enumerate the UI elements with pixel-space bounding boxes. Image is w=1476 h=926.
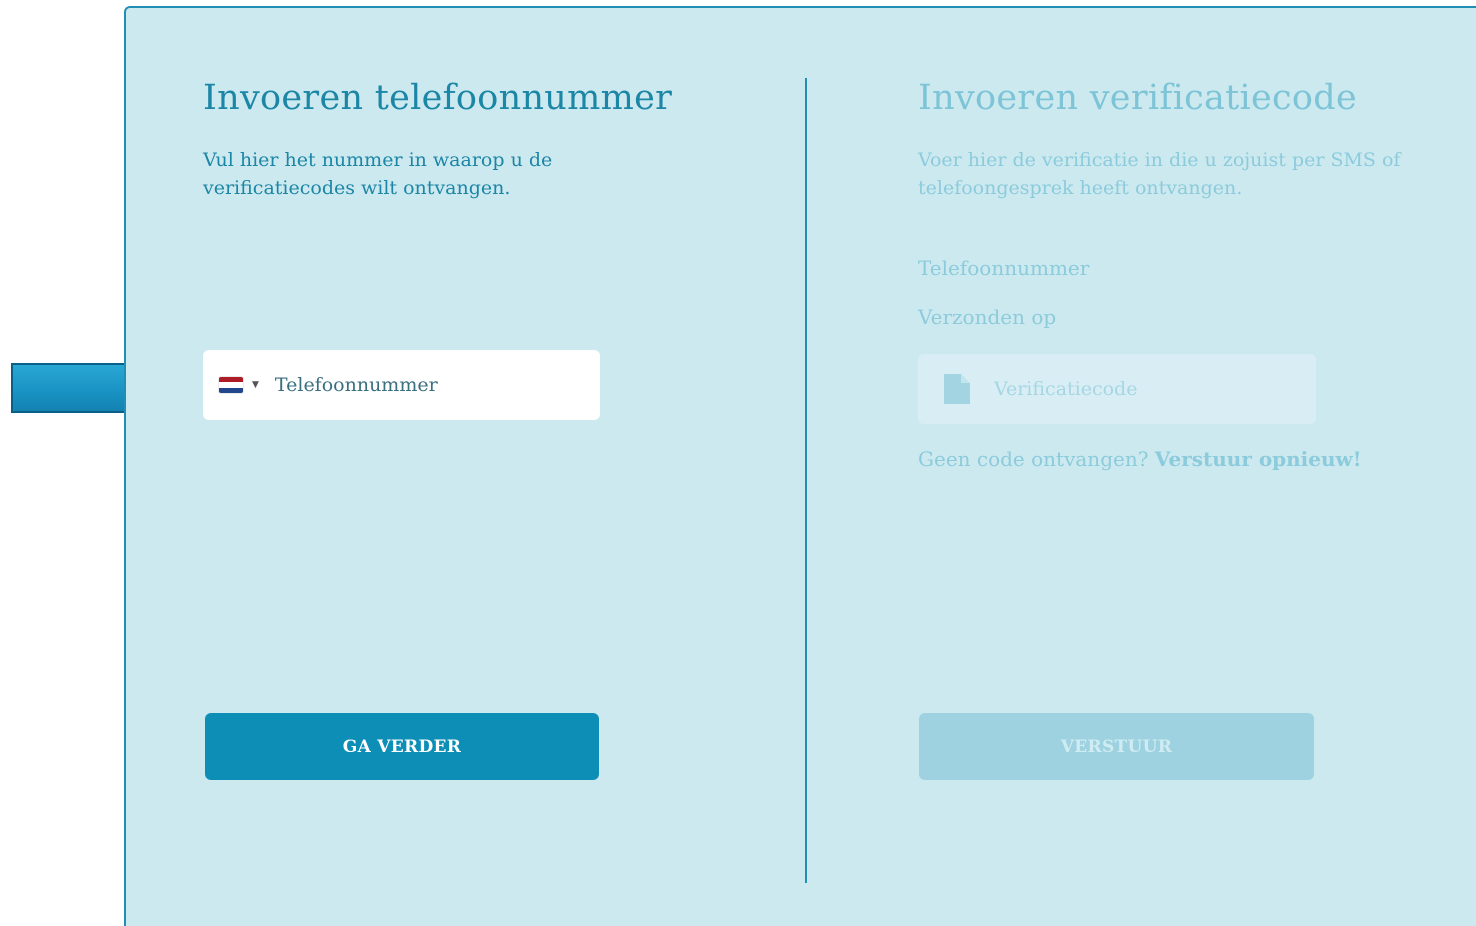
phone-field: ▼ [203,350,600,420]
verification-code-input[interactable] [992,377,1296,401]
verify-step-description: Voer hier de verificatie in die u zojuis… [918,149,1401,199]
code-field [918,354,1316,424]
column-divider [805,78,807,883]
verify-step-title: Invoeren verificatiecode [918,78,1358,118]
document-icon [944,374,970,404]
phone-input[interactable] [272,373,567,397]
submit-button[interactable]: VERSTUUR [919,713,1314,780]
dutch-flag-icon[interactable] [219,377,243,393]
phone-step-description: Vul hier het nummer in waarop u de verif… [203,149,553,199]
continue-button[interactable]: GA VERDER [205,713,599,780]
resend-prefix: Geen code ontvangen? [918,447,1155,471]
sent-on-label: Verzonden op [918,305,1057,329]
resend-link[interactable]: Verstuur opnieuw! [1155,447,1362,471]
caret-down-icon[interactable]: ▼ [252,380,259,390]
resend-text: Geen code ontvangen? Verstuur opnieuw! [918,447,1362,471]
phone-step-title: Invoeren telefoonnummer [203,78,673,118]
phone-number-label: Telefoonnummer [918,256,1090,280]
